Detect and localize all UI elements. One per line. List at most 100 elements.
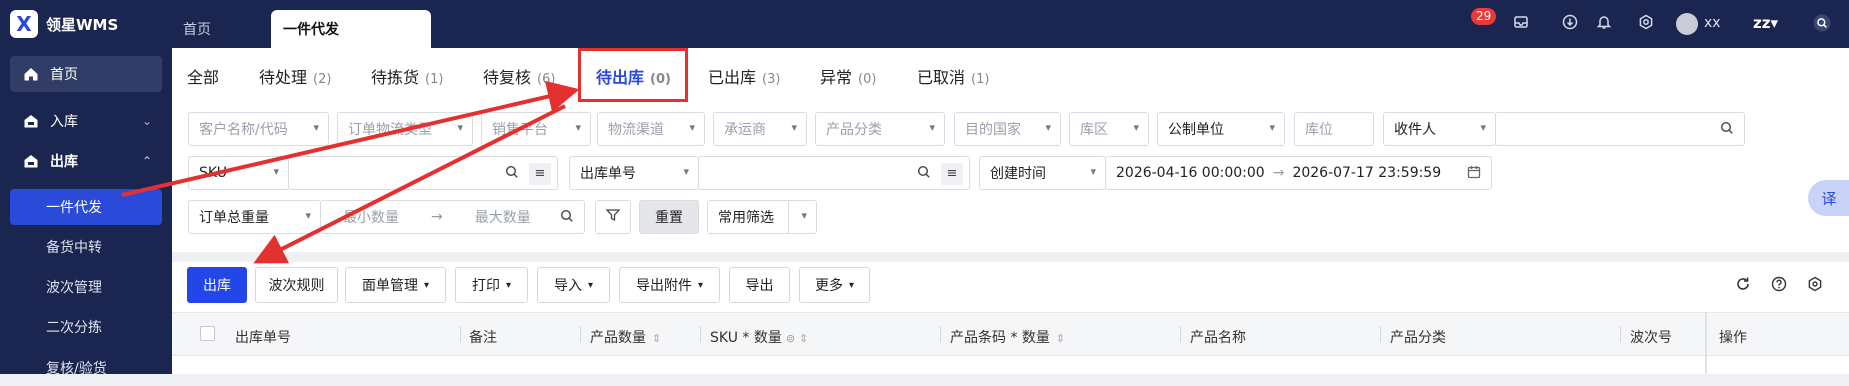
col-product-qty[interactable]: 产品数量 ⇕ — [590, 327, 661, 347]
date-range-picker[interactable]: 2026-04-16 00:00:00 → 2026-07-17 23:59:5… — [1105, 156, 1492, 190]
calendar-icon[interactable] — [1467, 165, 1481, 183]
sku-input[interactable]: ≡ — [288, 156, 558, 190]
order-no-type-select[interactable]: 出库单号 ▾ — [569, 156, 699, 190]
time-type-select[interactable]: 创建时间 ▾ — [979, 156, 1106, 190]
user-name[interactable]: xx — [1704, 15, 1721, 31]
chevron-down-icon: ▾ — [1133, 121, 1139, 134]
sort-icon[interactable]: ⇕ — [799, 332, 808, 345]
tab-to-pick[interactable]: 待拣货 (1) — [371, 64, 443, 88]
country-placeholder: 目的国家 — [965, 122, 1021, 138]
batch-input-icon[interactable]: ≡ — [941, 163, 963, 185]
batch-input-icon[interactable]: ≡ — [529, 163, 551, 185]
chevron-down-icon: ▾ — [1090, 165, 1096, 178]
sidebar-item-outbound[interactable]: 出库 ⌃ — [10, 143, 162, 179]
sort-icon[interactable]: ⇕ — [652, 332, 661, 345]
tab-all[interactable]: 全部 — [187, 64, 219, 88]
col-label: SKU * 数量 — [710, 330, 782, 346]
refresh-icon[interactable] — [1735, 276, 1751, 296]
sidebar-item-review[interactable]: 复核/验货 — [10, 350, 162, 386]
column-divider — [940, 326, 941, 342]
location-input[interactable]: 库位 — [1294, 112, 1374, 146]
weight-select[interactable]: 订单总重量 ▾ — [188, 200, 321, 234]
quantity-range[interactable]: 最小数量 → 最大数量 — [320, 200, 585, 234]
platform-select[interactable]: 销售平台 ▾ — [481, 112, 591, 146]
receiver-input[interactable] — [1495, 112, 1745, 146]
sidebar-item-label: 入库 — [50, 114, 78, 130]
tab-count: (3) — [762, 72, 781, 87]
search-icon[interactable] — [917, 165, 931, 183]
message-icon[interactable] — [1511, 14, 1531, 34]
print-label: 打印 — [471, 278, 500, 294]
tab-count: (0) — [858, 72, 877, 87]
bell-icon[interactable] — [1594, 14, 1614, 34]
order-type-select[interactable]: 订单物流类型 ▾ — [337, 112, 473, 146]
app-logo[interactable]: X 领星WMS — [10, 10, 118, 38]
country-select[interactable]: 目的国家 ▾ — [954, 112, 1061, 146]
sidebar-item-home[interactable]: 首页 — [10, 56, 162, 92]
category-select[interactable]: 产品分类 ▾ — [815, 112, 945, 146]
tab-shipped[interactable]: 已出库 (3) — [708, 64, 780, 88]
waybill-label: 面单管理 — [361, 278, 418, 294]
ship-button[interactable]: 出库 — [187, 267, 247, 303]
sort-icon[interactable]: ⇕ — [1056, 332, 1065, 345]
tab-pending[interactable]: 待处理 (2) — [259, 64, 331, 88]
more-button[interactable]: 更多 ▾ — [799, 267, 870, 303]
tab-count: (1) — [425, 72, 444, 87]
search-icon[interactable] — [1720, 121, 1734, 139]
download-icon[interactable] — [1560, 14, 1580, 34]
order-no-type-value: 出库单号 — [580, 166, 636, 182]
select-all-checkbox[interactable] — [200, 326, 215, 341]
order-no-input[interactable]: ≡ — [698, 156, 970, 190]
column-divider — [1180, 326, 1181, 342]
sidebar-item-inbound[interactable]: 入库 ⌄ — [10, 103, 162, 139]
filter-settings-button[interactable] — [595, 200, 631, 234]
col-wave-no: 波次号 — [1630, 330, 1672, 346]
import-button[interactable]: 导入 ▾ — [537, 267, 610, 303]
top-tab-home[interactable]: 首页 — [183, 10, 211, 48]
export-attachment-button[interactable]: 导出附件 ▾ — [619, 267, 720, 303]
unit-select[interactable]: 公制单位 ▾ — [1157, 112, 1285, 146]
top-tab-one-click-ship[interactable]: 一件代发 — [271, 10, 431, 48]
sku-type-select[interactable]: SKU ▾ — [188, 156, 289, 190]
highlight-box — [578, 48, 688, 102]
reset-button[interactable]: 重置 — [639, 200, 699, 234]
tab-to-review[interactable]: 待复核 (6) — [483, 64, 555, 88]
home-icon — [22, 66, 40, 82]
avatar[interactable] — [1676, 13, 1698, 35]
zone-placeholder: 库区 — [1080, 122, 1108, 138]
inbound-icon — [22, 113, 40, 129]
sidebar-item-wave-management[interactable]: 波次管理 — [10, 269, 162, 305]
export-button[interactable]: 导出 — [729, 267, 790, 303]
col-label: 产品数量 — [590, 330, 646, 346]
common-filter-button[interactable]: 常用筛选 ▾ — [707, 200, 817, 234]
wave-rule-button[interactable]: 波次规则 — [255, 267, 338, 303]
column-divider — [700, 326, 701, 342]
import-label: 导入 — [553, 278, 582, 294]
translate-button[interactable]: 译 — [1808, 180, 1849, 216]
search-icon[interactable] — [1812, 14, 1832, 34]
col-actions: 操作 — [1719, 330, 1747, 346]
help-icon[interactable] — [1771, 276, 1787, 296]
carrier-select[interactable]: 承运商 ▾ — [713, 112, 807, 146]
customer-select[interactable]: 客户名称/代码 ▾ — [188, 112, 329, 146]
sidebar-item-label: 首页 — [50, 67, 78, 83]
search-icon[interactable] — [505, 165, 519, 183]
settings-icon[interactable] — [1636, 14, 1656, 34]
sidebar-item-secondary-sorting[interactable]: 二次分拣 — [10, 309, 162, 345]
org-switcher[interactable]: zz▾ — [1753, 14, 1778, 32]
tab-exception[interactable]: 异常 (0) — [820, 64, 876, 88]
col-sku-qty[interactable]: SKU * 数量 ⊜ ⇕ — [710, 327, 808, 347]
waybill-management-button[interactable]: 面单管理 ▾ — [345, 267, 446, 303]
tab-cancelled[interactable]: 已取消 (1) — [917, 64, 989, 88]
sidebar-item-stock-transfer[interactable]: 备货中转 — [10, 229, 162, 265]
receiver-select[interactable]: 收件人 ▾ — [1383, 112, 1496, 146]
filter-icon — [605, 207, 621, 227]
col-barcode-qty[interactable]: 产品条码 * 数量 ⇕ — [950, 327, 1065, 347]
print-button[interactable]: 打印 ▾ — [455, 267, 528, 303]
chevron-down-icon: ▾ — [801, 209, 807, 222]
column-settings-icon[interactable] — [1807, 276, 1823, 296]
channel-select[interactable]: 物流渠道 ▾ — [597, 112, 705, 146]
sidebar-item-one-click-ship[interactable]: 一件代发 — [10, 189, 162, 225]
search-icon[interactable] — [560, 209, 574, 227]
zone-select[interactable]: 库区 ▾ — [1069, 112, 1149, 146]
